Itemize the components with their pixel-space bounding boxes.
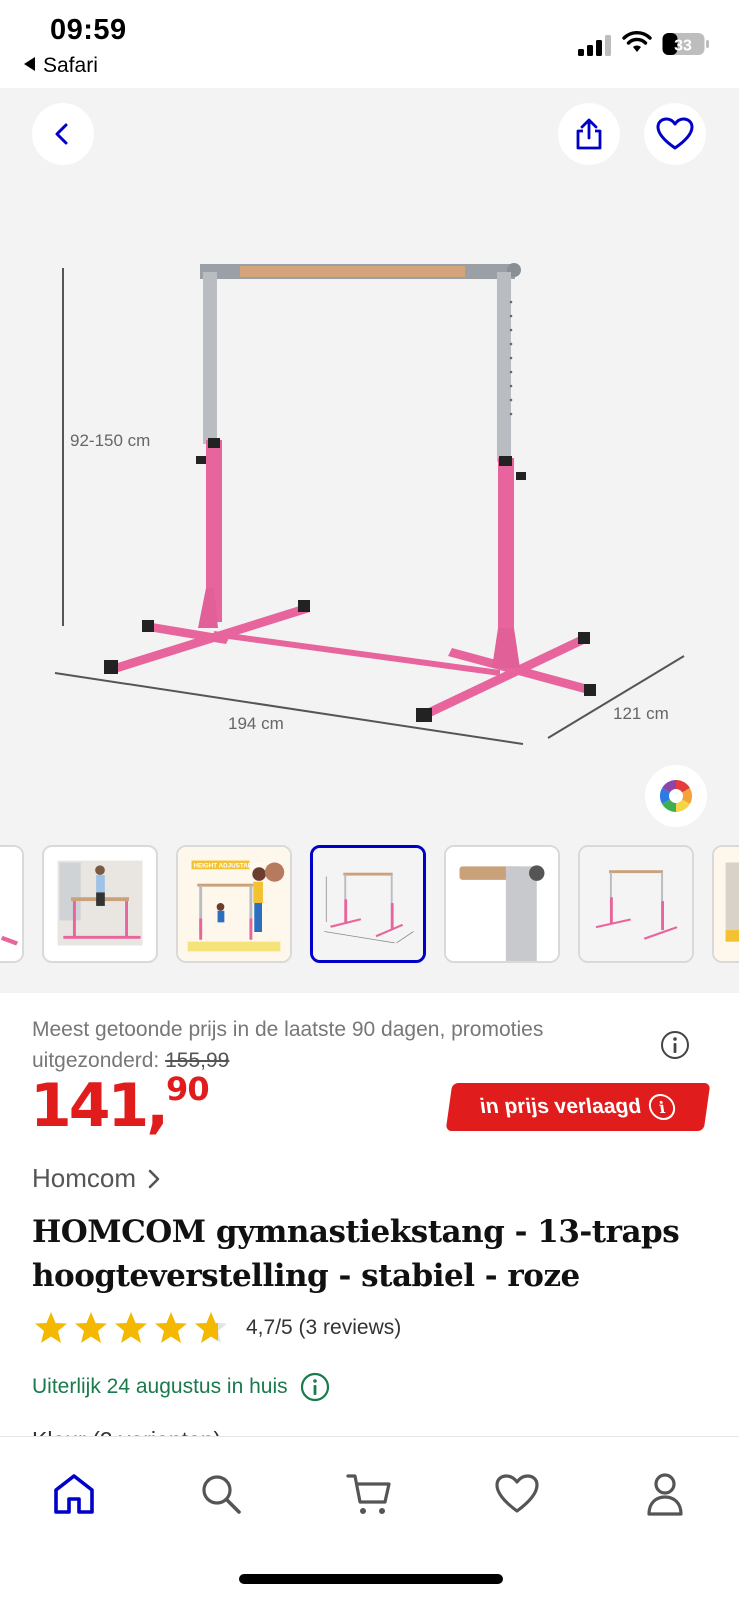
old-price: 155,99 (165, 1049, 230, 1072)
price-main: 141, (30, 1071, 169, 1141)
thumbnail[interactable] (712, 845, 739, 963)
star-partial-icon (195, 1312, 227, 1343)
color-variants-row[interactable]: Kleur (2 varianten) (32, 1420, 221, 1436)
nav-cart[interactable] (340, 1465, 398, 1523)
cellular-signal-icon (578, 35, 611, 56)
product-hero-image[interactable]: 92-150 cm 194 cm 121 cm (0, 88, 739, 828)
thumbnail[interactable] (0, 845, 24, 963)
rating-text: 4,7/5 (3 reviews) (246, 1316, 402, 1339)
rating-stars (32, 1310, 230, 1346)
height-dimension-label: 92-150 cm (70, 431, 150, 450)
thumbnail-active[interactable] (310, 845, 426, 963)
status-time: 09:59 (50, 14, 127, 46)
current-price: 141,90 (30, 1070, 210, 1141)
price-reduced-badge[interactable]: in prijs verlaagd i (445, 1083, 711, 1131)
thumbnail-caption: HEIGHT ADJUSTABLE (193, 862, 260, 869)
thumbnail-strip[interactable]: HEIGHT ADJUSTABLE (0, 845, 739, 965)
nav-home[interactable] (45, 1465, 103, 1523)
delivery-text: Uiterlijk 24 augustus in huis (32, 1375, 288, 1398)
brand-name: Homcom (32, 1163, 137, 1193)
product-gallery[interactable]: 92-150 cm 194 cm 121 cm HEIGHT ADJUSTABL… (0, 88, 739, 993)
price-history-note: Meest getoonde prijs in de laatste 90 da… (32, 1014, 652, 1076)
star-icon (115, 1312, 147, 1343)
thumbnail[interactable]: HEIGHT ADJUSTABLE (176, 845, 292, 963)
star-icon (35, 1312, 67, 1343)
star-icon (75, 1312, 107, 1343)
price-reduced-label: in prijs verlaagd (478, 1095, 644, 1118)
chevron-right-icon (148, 1169, 160, 1188)
product-title: HOMCOM gymnastiekstang - 13-traps hoogte… (32, 1214, 680, 1294)
home-indicator (239, 1574, 503, 1584)
rating-summary[interactable]: 4,7/5 (3 reviews) (32, 1310, 401, 1346)
price-cents: 90 (166, 1070, 210, 1108)
back-to-safari-link[interactable]: Safari (24, 54, 98, 78)
nav-favorites[interactable] (488, 1465, 546, 1523)
color-wheel-icon (659, 779, 693, 813)
status-bar: 09:59 Safari 33 (0, 0, 739, 88)
delivery-estimate[interactable]: Uiterlijk 24 augustus in huis (32, 1372, 330, 1402)
back-app-label: Safari (43, 54, 98, 77)
back-button[interactable] (32, 103, 94, 165)
brand-link[interactable]: Homcom (32, 1163, 162, 1194)
share-button[interactable] (558, 103, 620, 165)
delivery-info-icon (300, 1372, 329, 1402)
thumbnail[interactable] (42, 845, 158, 963)
info-icon: i (647, 1094, 678, 1120)
favorite-button[interactable] (644, 103, 706, 165)
heart-icon (495, 1474, 539, 1513)
width-dimension-label: 194 cm (228, 714, 284, 733)
color-variants-button[interactable] (645, 765, 707, 827)
search-icon (202, 1475, 241, 1514)
thumbnail[interactable] (578, 845, 694, 963)
depth-dimension-label: 121 cm (613, 704, 669, 723)
chevron-left-icon (55, 123, 68, 145)
nav-search[interactable] (192, 1465, 250, 1523)
thumbnail[interactable] (444, 845, 560, 963)
account-icon (647, 1473, 683, 1516)
back-triangle-icon (24, 57, 35, 71)
battery-percentage: 33 (674, 38, 692, 55)
cart-icon (346, 1474, 391, 1514)
home-icon (54, 1474, 94, 1514)
wifi-icon (622, 31, 652, 52)
star-icon (155, 1312, 187, 1343)
share-icon (576, 118, 602, 150)
price-info-icon[interactable] (660, 1030, 690, 1060)
nav-account[interactable] (636, 1465, 694, 1523)
heart-icon (656, 117, 694, 150)
battery-icon: 33 (662, 33, 709, 55)
price-history-text: Meest getoonde prijs in de laatste 90 da… (32, 1018, 544, 1072)
